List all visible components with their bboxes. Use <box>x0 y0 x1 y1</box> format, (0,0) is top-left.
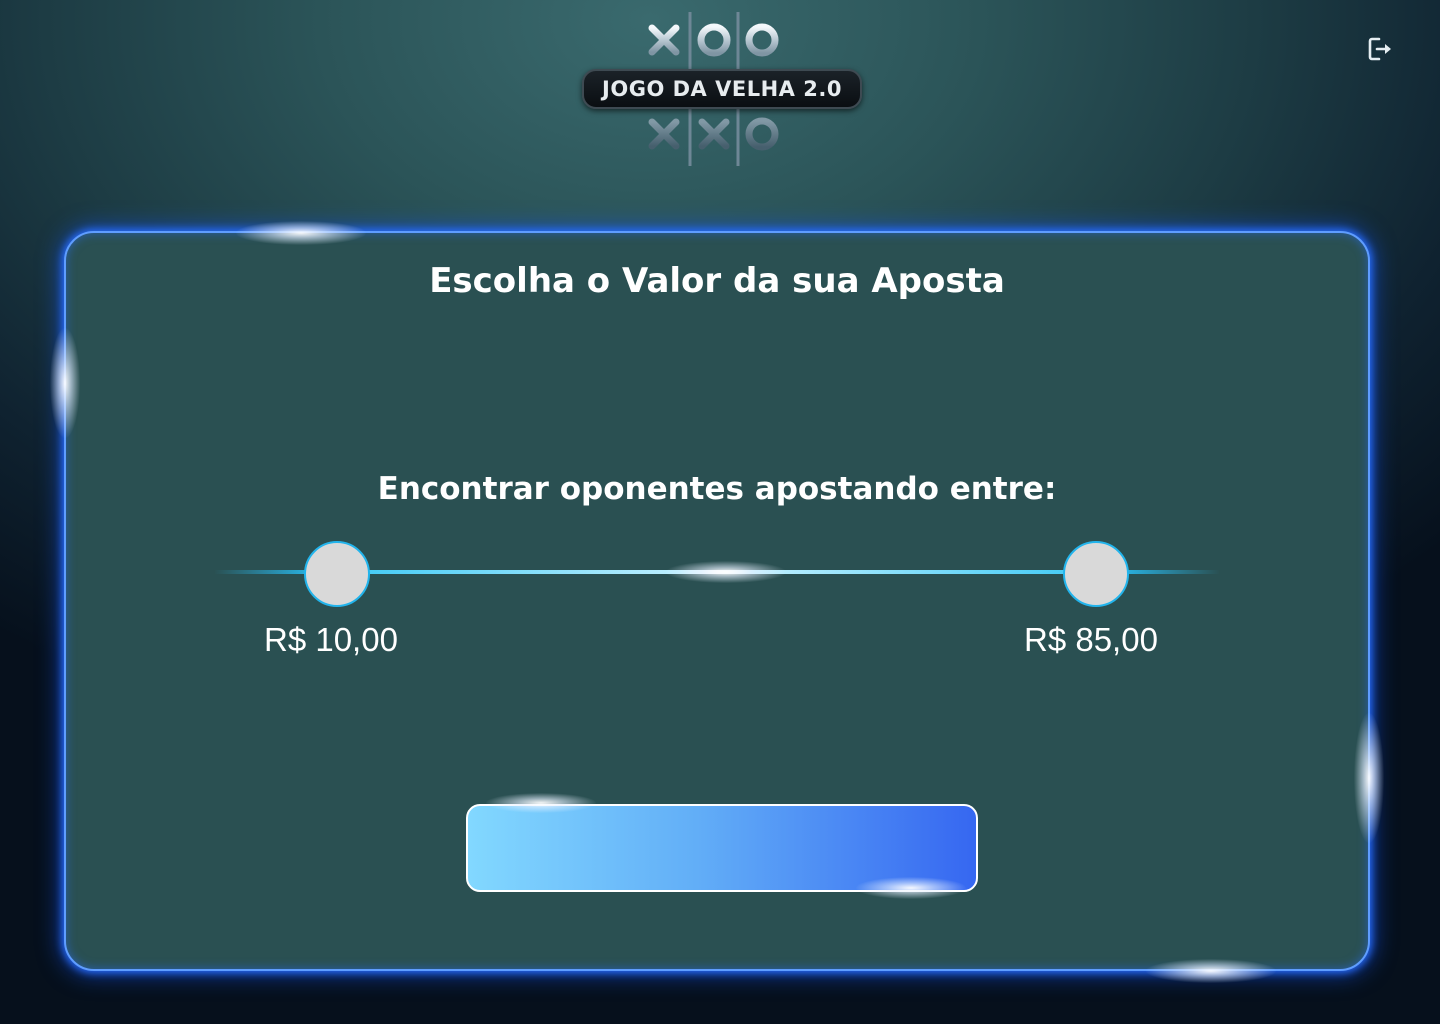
game-logo: JOGO DA VELHA 2.0 <box>576 10 868 168</box>
logout-icon <box>1368 37 1391 61</box>
min-value-label: R$ 10,00 <box>264 621 398 658</box>
max-value-label: R$ 85,00 <box>1024 621 1158 658</box>
logo-banner: JOGO DA VELHA 2.0 <box>582 69 862 109</box>
logo-text: JOGO DA VELHA 2.0 <box>602 77 842 101</box>
bet-card: Escolha o Valor da sua Aposta Encontrar … <box>50 221 1384 983</box>
card-glow-top <box>236 221 366 245</box>
find-opponents-button[interactable] <box>466 804 978 892</box>
card-glow-right <box>1354 713 1384 843</box>
max-value-thumb[interactable] <box>1063 541 1129 607</box>
range-label: Encontrar oponentes apostando entre: <box>377 471 1057 507</box>
logout-button[interactable] <box>1366 34 1396 64</box>
card-title: Escolha o Valor da sua Aposta <box>429 261 1005 301</box>
range-slider-active-track[interactable] <box>338 570 1098 574</box>
min-value-thumb[interactable] <box>304 541 370 607</box>
card-glow-left <box>50 328 80 438</box>
card-glow-bottom <box>1146 959 1276 983</box>
